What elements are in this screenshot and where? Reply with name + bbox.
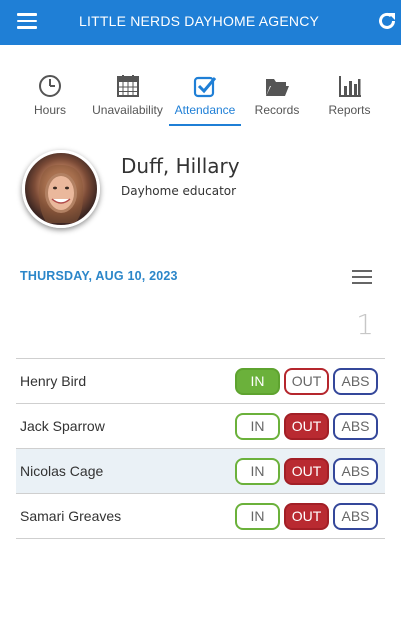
table-row: Samari Greaves IN OUT ABS	[16, 494, 385, 539]
tab-unavailability-label: Unavailability	[92, 103, 163, 117]
attendance-date: THURSDAY, AUG 10, 2023	[20, 269, 178, 283]
app-title: LITTLE NERDS DAYHOME AGENCY	[79, 13, 320, 29]
tab-reports[interactable]: Reports	[326, 68, 373, 126]
child-name: Samari Greaves	[20, 508, 122, 524]
in-button[interactable]: IN	[235, 413, 280, 440]
in-button[interactable]: IN	[235, 368, 280, 395]
tab-hours-label: Hours	[33, 103, 66, 117]
in-button[interactable]: IN	[235, 458, 280, 485]
tab-records-label: Records	[254, 103, 300, 117]
table-row: Jack Sparrow IN OUT ABS	[16, 404, 385, 449]
checkbox-icon	[193, 76, 217, 98]
hamburger-menu-icon[interactable]	[17, 13, 37, 29]
tab-unavailability[interactable]: Unavailability	[90, 68, 165, 126]
educator-name: Duff, Hillary	[121, 154, 240, 178]
folder-icon	[266, 79, 289, 96]
tab-attendance-label: Attendance	[174, 103, 236, 117]
avatar-photo-icon	[39, 164, 84, 223]
tab-attendance[interactable]: Attendance	[169, 68, 241, 126]
table-row: Nicolas Cage IN OUT ABS	[16, 449, 385, 494]
out-button[interactable]: OUT	[284, 368, 329, 395]
out-button[interactable]: OUT	[284, 413, 329, 440]
table-row: Henry Bird IN OUT ABS	[16, 359, 385, 404]
tab-reports-label: Reports	[328, 103, 371, 117]
refresh-icon[interactable]	[377, 11, 397, 31]
attendance-table: Henry Bird IN OUT ABS Jack Sparrow IN OUT ABS Ni…	[16, 358, 385, 539]
abs-button[interactable]: ABS	[333, 368, 378, 395]
out-button[interactable]: OUT	[284, 458, 329, 485]
abs-button[interactable]: ABS	[333, 503, 378, 530]
child-name: Nicolas Cage	[20, 463, 104, 479]
in-button[interactable]: IN	[235, 503, 280, 530]
child-name: Jack Sparrow	[20, 418, 105, 434]
child-name: Henry Bird	[20, 373, 87, 389]
educator-role: Dayhome educator	[121, 184, 237, 198]
educator-profile: Duff, Hillary Dayhome educator	[0, 150, 401, 235]
app-header: LITTLE NERDS DAYHOME AGENCY	[0, 0, 401, 45]
abs-button[interactable]: ABS	[333, 458, 378, 485]
bar-chart-icon	[338, 76, 361, 97]
abs-button[interactable]: ABS	[333, 413, 378, 440]
tab-records[interactable]: Records	[253, 68, 301, 126]
clock-icon	[39, 75, 61, 97]
calendar-icon	[116, 75, 139, 97]
list-options-icon[interactable]	[352, 270, 372, 286]
tab-hours[interactable]: Hours	[29, 68, 71, 126]
avatar	[22, 150, 100, 228]
attendance-count: 1	[356, 308, 374, 341]
out-button[interactable]: OUT	[284, 503, 329, 530]
tab-bar: Hours Unavailability Attendance Records	[0, 68, 401, 128]
